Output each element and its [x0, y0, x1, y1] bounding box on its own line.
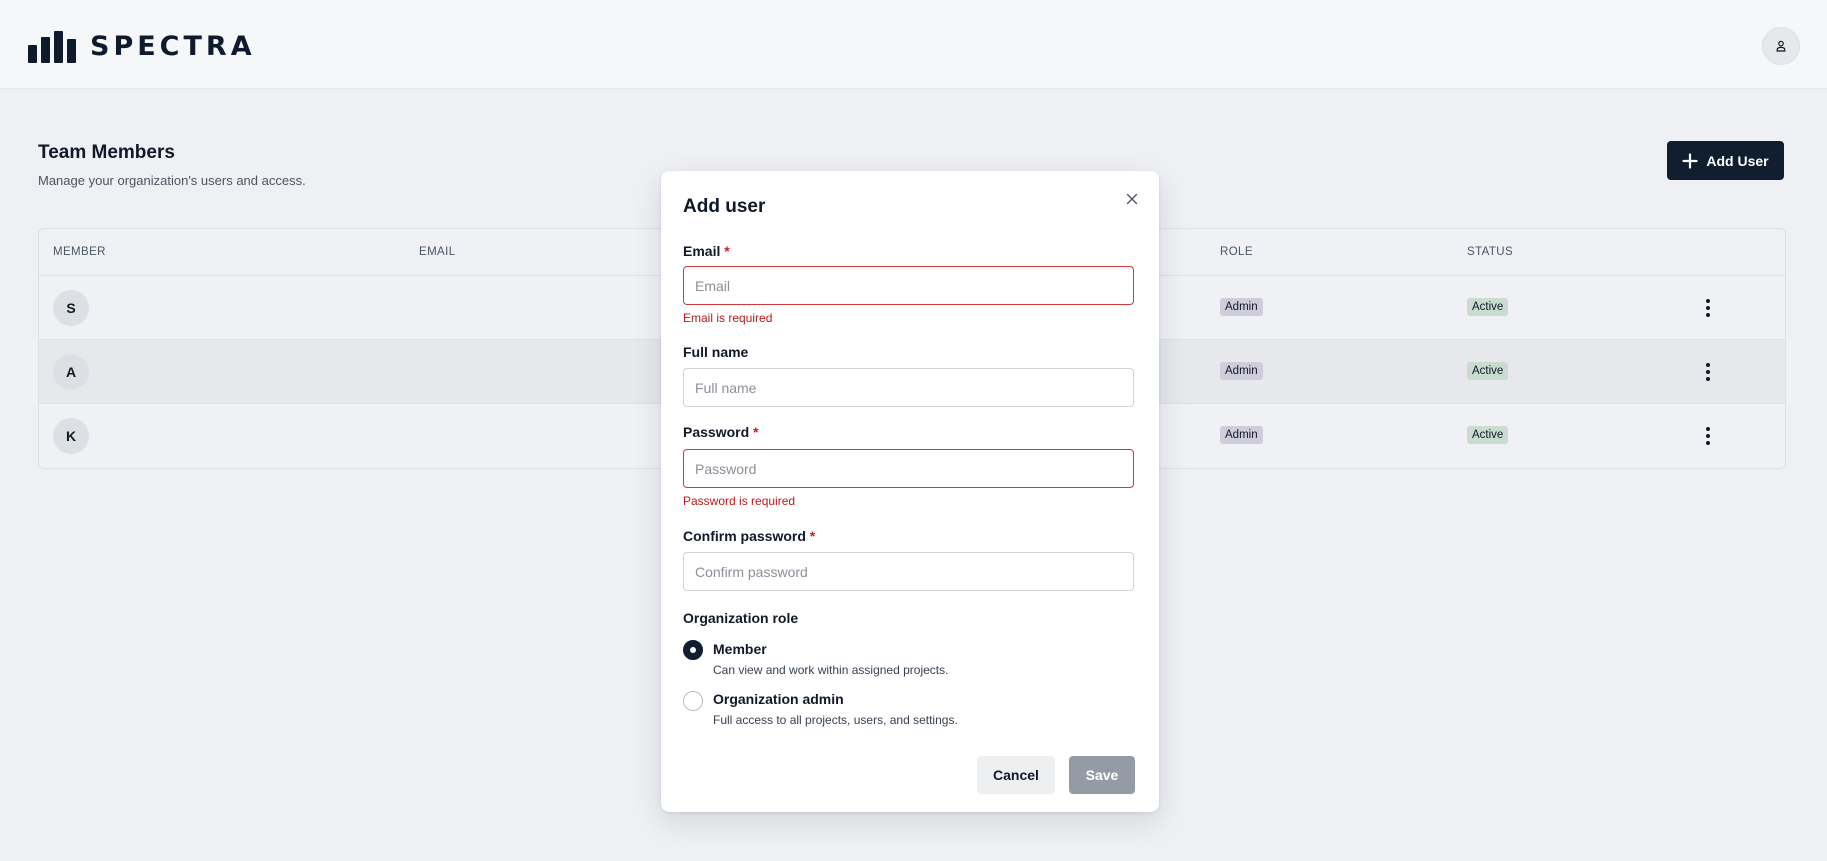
role-admin-title[interactable]: Organization admin [713, 691, 844, 707]
page-subtitle: Manage your organization's users and acc… [38, 173, 306, 188]
confirm-password-field[interactable] [683, 552, 1134, 591]
dialog-title: Add user [683, 196, 766, 217]
avatar: A [53, 354, 89, 390]
row-actions-menu-icon[interactable] [1698, 297, 1718, 319]
role-admin-radio[interactable] [683, 691, 703, 711]
close-button[interactable] [1121, 188, 1143, 210]
save-button[interactable]: Save [1069, 756, 1135, 794]
email-label: Email * [683, 243, 730, 259]
top-bar: SPECTRA [0, 0, 1827, 89]
confirm-password-label: Confirm password * [683, 528, 815, 544]
role-member-description: Can view and work within assigned projec… [713, 663, 949, 677]
column-header-status[interactable]: STATUS [1467, 246, 1513, 258]
password-label-text: Password [683, 424, 750, 440]
password-field[interactable] [683, 449, 1134, 488]
bar-chart-logo-icon [28, 31, 76, 63]
email-label-text: Email [683, 243, 721, 259]
row-actions-menu-icon[interactable] [1698, 425, 1718, 447]
role-member-radio[interactable] [683, 640, 703, 660]
password-label: Password * [683, 424, 758, 440]
full-name-label: Full name [683, 344, 749, 360]
page-title: Team Members [38, 142, 175, 163]
account-button[interactable] [1762, 27, 1800, 65]
email-error: Email is required [683, 311, 773, 325]
required-marker: * [753, 424, 759, 440]
required-marker: * [809, 528, 816, 544]
role-admin-description: Full access to all projects, users, and … [713, 713, 958, 727]
avatar: S [53, 290, 89, 326]
email-field[interactable] [683, 266, 1134, 305]
column-header-role[interactable]: ROLE [1220, 246, 1253, 258]
role-member-title[interactable]: Member [713, 641, 767, 657]
cancel-button[interactable]: Cancel [977, 756, 1055, 794]
spectra-logo[interactable]: SPECTRA [28, 31, 256, 63]
add-user-button[interactable]: Add User [1667, 141, 1784, 180]
user-icon [1776, 40, 1786, 52]
organization-role-label: Organization role [683, 610, 799, 626]
column-header-email[interactable]: EMAIL [419, 246, 456, 258]
status-badge: Active [1467, 298, 1509, 316]
status-badge: Active [1467, 426, 1509, 444]
required-marker: * [724, 243, 730, 259]
password-error: Password is required [683, 494, 796, 508]
full-name-field[interactable] [683, 368, 1134, 407]
role-badge: Admin [1220, 362, 1263, 380]
add-user-dialog: Add user Email * Email is required Full … [661, 171, 1159, 812]
role-badge: Admin [1220, 298, 1263, 316]
avatar: K [53, 418, 89, 454]
status-badge: Active [1467, 362, 1509, 380]
row-actions-menu-icon[interactable] [1698, 361, 1718, 383]
confirm-password-label-text: Confirm password [683, 528, 806, 544]
role-badge: Admin [1220, 426, 1263, 444]
column-header-member[interactable]: MEMBER [53, 246, 106, 258]
plus-icon [1682, 152, 1698, 169]
close-icon [1126, 193, 1138, 205]
add-user-label: Add User [1706, 152, 1769, 169]
brand-name: SPECTRA [90, 31, 256, 62]
